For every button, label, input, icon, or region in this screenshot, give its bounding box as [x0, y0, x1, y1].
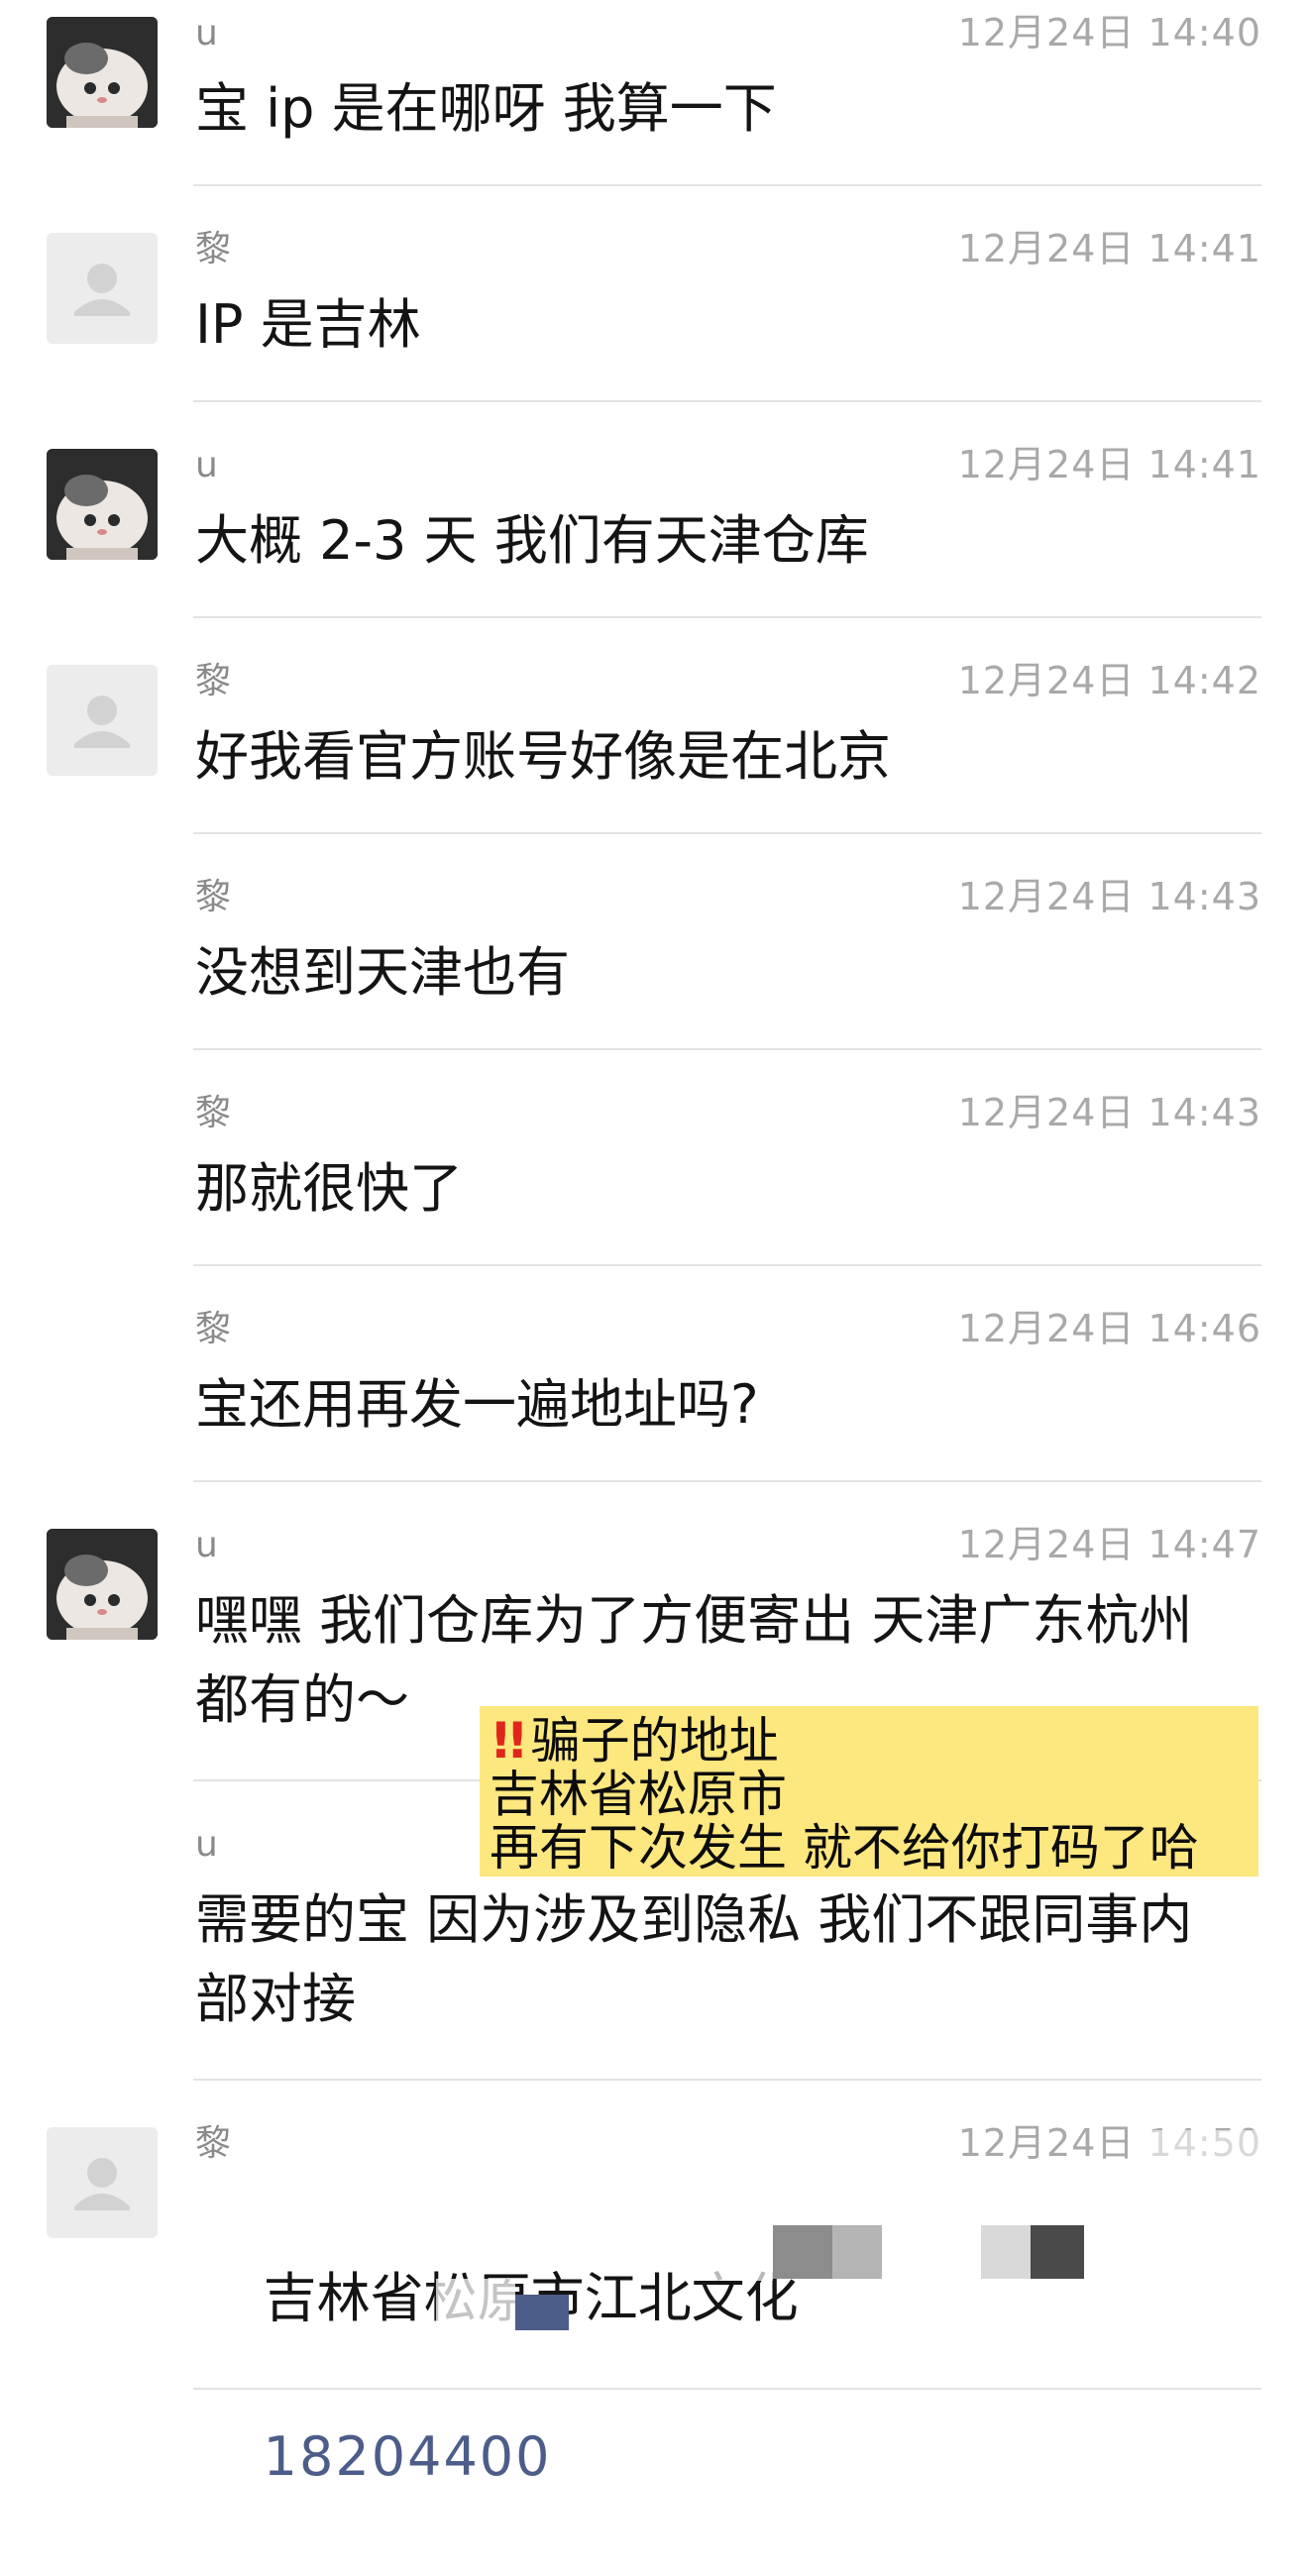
message-text: 没想到天津也有 [195, 941, 570, 1004]
sender-name: 黎 [195, 877, 232, 917]
redaction-mosaic [436, 2279, 515, 2338]
person-icon [74, 2158, 130, 2210]
cat-avatar[interactable] [47, 1529, 158, 1640]
divider [193, 1480, 1261, 1482]
message-time: 12月24日 14:46 [957, 1307, 1261, 1350]
default-avatar[interactable] [47, 233, 158, 344]
message-time: 12月24日 14:43 [957, 1091, 1261, 1134]
sender-name: 黎 [195, 229, 232, 269]
cat-avatar-icon [47, 449, 158, 560]
message-text: IP 是吉林 [195, 293, 421, 356]
message-text: 宝 ip 是在哪呀 我算一下 [195, 77, 777, 140]
divider [193, 2388, 1261, 2390]
divider [193, 400, 1261, 402]
message-text: 需要的宝 因为涉及到隐私 我们不跟同事内 部对接 [195, 1888, 1193, 2030]
message-time: 12月24日 14:42 [957, 659, 1261, 702]
cat-avatar[interactable] [47, 17, 158, 128]
phone-link[interactable]: 18204400 [264, 2425, 552, 2488]
default-avatar[interactable] [47, 665, 158, 776]
divider [193, 184, 1261, 186]
divider [193, 2079, 1261, 2081]
person-icon [74, 696, 130, 748]
sender-name: u [195, 445, 218, 485]
message-text: 宝还用再发一遍地址吗? [195, 1373, 759, 1436]
sender-name: 黎 [195, 2123, 232, 2164]
sender-name: u [195, 13, 218, 54]
sender-name: 黎 [195, 1093, 232, 1133]
redaction-mosaic [1149, 2130, 1268, 2180]
message-time: 12月24日 14:47 [957, 1523, 1261, 1566]
person-icon [74, 264, 130, 316]
sender-name: u [195, 1525, 218, 1565]
redaction-mosaic [515, 2295, 569, 2330]
divider [193, 832, 1261, 834]
redaction-mosaic [1031, 2225, 1084, 2279]
warning-callout: !! 骗子的地址 吉林省松原市 再有下次发生 就不给你打码了哈 [480, 1706, 1258, 1877]
message-time: 12月24日 14:41 [957, 227, 1261, 270]
message-time: 12月24日 14:40 [957, 11, 1261, 54]
sender-name: u [195, 1824, 218, 1865]
sender-name: 黎 [195, 1309, 232, 1349]
message-text: 那就很快了 [195, 1157, 463, 1220]
message-time: 12月24日 14:43 [957, 875, 1261, 918]
sender-name: 黎 [195, 661, 232, 701]
callout-line-1: !! 骗子的地址 [490, 1712, 779, 1770]
cat-avatar[interactable] [47, 449, 158, 560]
divider [193, 616, 1261, 618]
message-time: 12月24日 14:41 [957, 443, 1261, 486]
callout-line-3: 再有下次发生 就不给你打码了哈 [490, 1819, 1199, 1877]
divider [193, 1264, 1261, 1266]
message-text: 好我看官方账号好像是在北京 [195, 725, 891, 788]
cat-avatar-icon [47, 17, 158, 128]
divider [193, 1048, 1261, 1050]
callout-line-2: 吉林省松原市 [490, 1766, 787, 1823]
double-exclamation-icon: !! [490, 1712, 529, 1770]
redaction-mosaic [832, 2225, 882, 2279]
message-text: 大概 2-3 天 我们有天津仓库 [195, 509, 869, 572]
cat-avatar-icon [47, 1529, 158, 1640]
default-avatar[interactable] [47, 2127, 158, 2238]
redaction-mosaic [981, 2225, 1031, 2279]
redaction-mosaic [694, 2211, 773, 2281]
